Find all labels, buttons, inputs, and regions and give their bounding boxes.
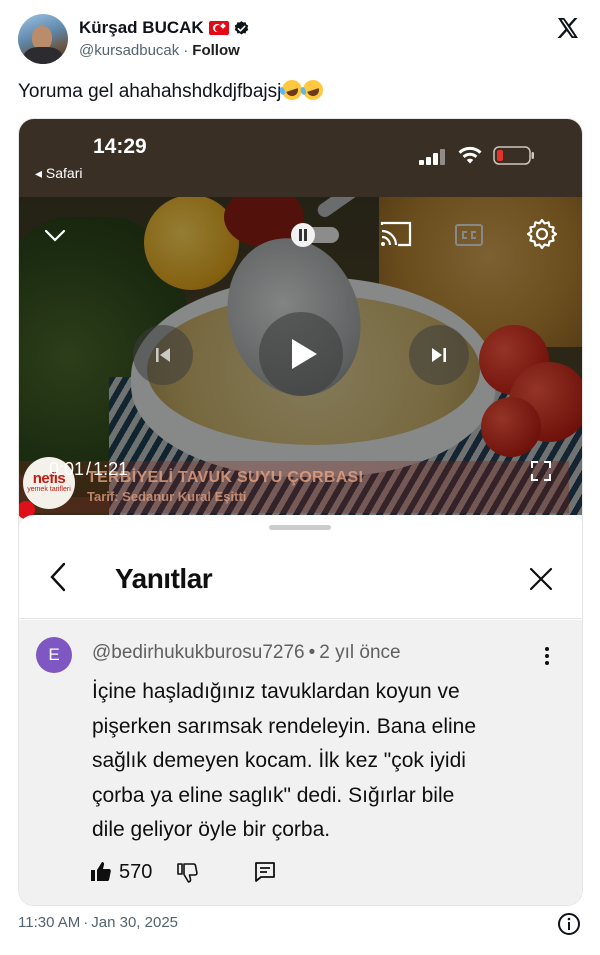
video-timecode: 0:01/1:21 (49, 459, 129, 479)
captions-icon[interactable] (453, 221, 485, 249)
x-logo-icon[interactable] (556, 16, 580, 40)
tweet-text: Yoruma gel ahahahshdkdjfbajsj (18, 77, 326, 103)
fullscreen-icon[interactable] (529, 459, 553, 483)
follow-button[interactable]: Follow (192, 42, 240, 59)
comment-text: İçine haşladığınız tavuklardan koyun ve … (92, 680, 477, 841)
back-to-safari[interactable]: ◂ Safari (35, 165, 83, 182)
replies-header: Yanıtlar (19, 535, 582, 619)
play-icon[interactable] (259, 312, 343, 396)
separator: · (183, 42, 189, 59)
verified-badge-icon (233, 20, 250, 37)
minimize-chevron-icon[interactable] (41, 223, 69, 247)
comment-item: E @bedirhukukburosu7276 • 2 yıl önce İçine… (19, 620, 582, 905)
battery-low-icon (493, 146, 534, 165)
wifi-icon (458, 146, 482, 164)
phone-status-bar: 14:29 ◂ Safari (19, 119, 582, 197)
close-icon[interactable] (527, 565, 555, 593)
autoplay-toggle-icon[interactable] (289, 221, 344, 249)
tweet-media-image[interactable]: 14:29 ◂ Safari nefis yemek tarifleri TER… (18, 118, 583, 906)
back-chevron-icon[interactable] (43, 559, 73, 595)
video-player[interactable]: nefis yemek tarifleri TERBİYELİ TAVUK SU… (19, 197, 582, 515)
tweet-timestamp[interactable]: 11:30 AM · Jan 30, 2025 (18, 914, 178, 931)
info-icon[interactable] (557, 912, 581, 936)
current-time: 0:01 (49, 459, 85, 479)
next-track-icon[interactable] (409, 325, 469, 385)
like-count: 570 (119, 860, 153, 883)
duration: 1:21 (93, 459, 129, 479)
turkey-flag-icon (208, 21, 229, 35)
previous-track-icon[interactable] (133, 325, 193, 385)
commenter-avatar[interactable]: E (36, 637, 72, 673)
more-options-icon[interactable] (537, 644, 557, 668)
replies-panel: Yanıtlar E @bedirhukukburosu7276 • 2 yıl ö… (19, 515, 582, 905)
comment-age: 2 yıl önce (319, 642, 401, 663)
settings-gear-icon[interactable] (525, 217, 559, 251)
comment-author[interactable]: @bedirhukukburosu7276 (92, 642, 305, 663)
display-name[interactable]: Kürşad BUCAK (79, 18, 204, 38)
recipe-author: Tarif: Sedanur Kural Eşitti (87, 489, 247, 504)
recipe-title: TERBİYELİ TAVUK SUYU ÇORBASI (87, 469, 364, 486)
phone-clock: 14:29 (93, 135, 147, 158)
cast-icon[interactable] (379, 219, 413, 249)
cellular-signal-icon (419, 149, 445, 165)
tweet-header: Kürşad BUCAK @kursadbucak · Follow (18, 12, 584, 68)
replies-title: Yanıtlar (115, 563, 213, 594)
brand-subtitle: yemek tarifleri (27, 486, 71, 493)
thumbs-up-icon[interactable] (89, 860, 113, 884)
comment-meta: @bedirhukukburosu7276 • 2 yıl önce (92, 642, 401, 663)
comment-actions: 570 (89, 857, 277, 887)
author-info: Kürşad BUCAK @kursadbucak · Follow (79, 17, 250, 59)
thumbs-down-icon[interactable] (175, 860, 199, 884)
sheet-drag-handle[interactable] (269, 525, 331, 530)
rofl-emoji-icon (300, 77, 326, 103)
reply-comment-icon[interactable] (253, 860, 277, 884)
handle[interactable]: @kursadbucak (79, 42, 179, 59)
author-avatar[interactable] (18, 14, 68, 64)
